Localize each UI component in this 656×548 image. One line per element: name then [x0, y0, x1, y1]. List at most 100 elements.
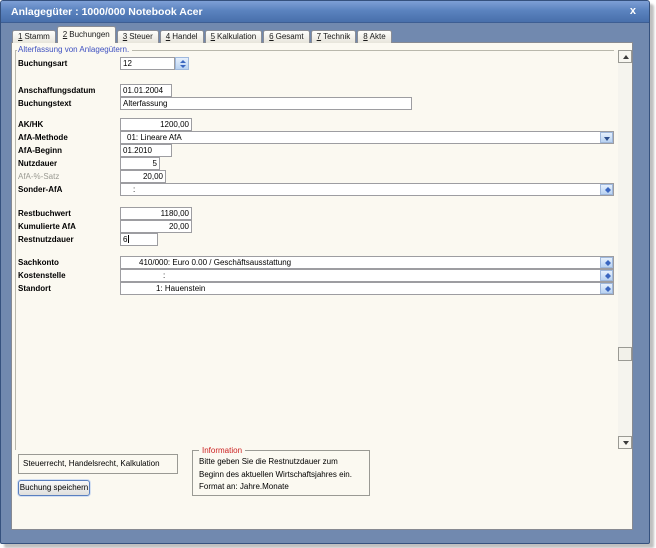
- tab-label: Stamm: [24, 32, 50, 41]
- summary-text-box: Steuerrecht, Handelsrecht, Kalkulation: [18, 454, 178, 474]
- spinner-icon[interactable]: [600, 184, 613, 195]
- information-line: Bitte geben Sie die Restnutzdauer zum: [199, 457, 338, 466]
- information-line: Format an: Jahre.Monate: [199, 482, 289, 491]
- tab-label: Kalkulation: [217, 32, 257, 41]
- afa-beginn-field[interactable]: 01.2010: [120, 144, 172, 157]
- tab-number: 7: [316, 32, 322, 41]
- tab-buchungen[interactable]: 2 Buchungen: [56, 26, 116, 43]
- tab-number: 3: [122, 32, 128, 41]
- form-panel: Alterfassung von Anlagegütern. Buchungsa…: [11, 42, 633, 530]
- save-booking-button[interactable]: Buchung speichern: [18, 480, 90, 496]
- field-label: Anschaffungsdatum: [18, 86, 96, 95]
- nutzdauer-field[interactable]: 5: [120, 157, 160, 170]
- dropdown-arrow-icon[interactable]: [600, 132, 613, 143]
- tab-label: Gesamt: [275, 32, 304, 41]
- tab-label: Akte: [369, 32, 386, 41]
- field-label: AfA-Methode: [18, 133, 68, 142]
- field-label: Kostenstelle: [18, 271, 66, 280]
- tab-gesamt[interactable]: 6 Gesamt: [263, 30, 310, 43]
- field-label: Nutzdauer: [18, 159, 58, 168]
- row-kostenstelle: Kostenstelle :: [18, 269, 614, 282]
- tab-number: 5: [210, 32, 216, 41]
- field-label: Kumulierte AfA: [18, 222, 76, 231]
- tab-label: Handel: [172, 32, 198, 41]
- scroll-down-icon[interactable]: [618, 436, 632, 449]
- information-groupbox: Information Bitte geben Sie die Restnutz…: [192, 446, 370, 496]
- field-label: AfA-Beginn: [18, 146, 62, 155]
- kostenstelle-combobox[interactable]: :: [120, 269, 614, 282]
- tab-label: Technik: [323, 32, 351, 41]
- information-line: Beginn des aktuellen Wirtschaftsjahres e…: [199, 469, 352, 479]
- row-afa-methode: AfA-Methode 01: Lineare AfA: [18, 131, 614, 144]
- tab-number: 8: [363, 32, 368, 41]
- row-restbuchwert: Restbuchwert 1180,00: [18, 207, 192, 220]
- row-restnutzdauer: Restnutzdauer 6: [18, 233, 158, 246]
- combo-value: 01: Lineare AfA: [127, 133, 182, 142]
- tab-akte[interactable]: 8 Akte: [357, 30, 392, 43]
- field-value: 6: [123, 235, 128, 244]
- window-title: Anlagegüter : 1000/000 Notebook Acer: [11, 6, 203, 18]
- afa-satz-field[interactable]: 20,00: [120, 170, 166, 183]
- sachkonto-combobox[interactable]: 410/000: Euro 0.00 / Geschäftsausstattun…: [120, 256, 614, 269]
- vertical-scrollbar[interactable]: [618, 50, 632, 449]
- row-akhk: AK/HK 1200,00: [18, 118, 192, 131]
- spinner-icon[interactable]: [600, 270, 613, 281]
- field-label: Restbuchwert: [18, 209, 71, 218]
- text-caret: [128, 235, 130, 243]
- title-bar: Anlagegüter : 1000/000 Notebook Acer x: [1, 1, 649, 23]
- scroll-up-icon[interactable]: [618, 50, 632, 63]
- tab-bar: 1 Stamm 2 Buchungen 3 Steuer 4 Handel 5 Kalku…: [12, 26, 393, 43]
- buchungstext-field[interactable]: Alterfassung: [120, 97, 412, 110]
- field-label: AfA-%-Satz: [18, 172, 60, 181]
- close-icon[interactable]: x: [630, 5, 636, 18]
- buchungsart-spinner-icon[interactable]: [175, 57, 189, 70]
- tab-steuer[interactable]: 3 Steuer: [116, 30, 159, 43]
- row-sonder-afa: Sonder-AfA :: [18, 183, 614, 196]
- row-standort: Standort 1: Hauenstein: [18, 282, 614, 295]
- combo-value: :: [163, 271, 166, 280]
- scrollbar-thumb[interactable]: [618, 347, 632, 361]
- row-buchungsart: Buchungsart 12: [18, 57, 189, 70]
- field-label: Buchungstext: [18, 99, 72, 108]
- combo-value: :: [133, 185, 136, 194]
- tab-label: Steuer: [129, 32, 153, 41]
- anschaffungsdatum-field[interactable]: 01.01.2004: [120, 84, 172, 97]
- row-afa-beginn: AfA-Beginn 01.2010: [18, 144, 172, 157]
- tab-technik[interactable]: 7 Technik: [310, 30, 357, 43]
- combo-value: 1: Hauenstein: [156, 284, 206, 293]
- tab-handel[interactable]: 4 Handel: [159, 30, 204, 43]
- app-window: Anlagegüter : 1000/000 Notebook Acer x 1…: [0, 0, 650, 544]
- section-title: Alterfassung von Anlagegütern.: [17, 45, 133, 54]
- standort-combobox[interactable]: 1: Hauenstein: [120, 282, 614, 295]
- field-label: Restnutzdauer: [18, 235, 74, 244]
- tab-number: 4: [165, 32, 171, 41]
- tab-number: 2: [62, 30, 68, 39]
- row-kumulierte-afa: Kumulierte AfA 20,00: [18, 220, 192, 233]
- tab-number: 6: [269, 32, 274, 41]
- row-buchungstext: Buchungstext Alterfassung: [18, 97, 412, 110]
- tab-stamm[interactable]: 1 Stamm: [12, 30, 56, 43]
- field-label: Buchungsart: [18, 59, 68, 68]
- tab-kalkulation[interactable]: 5 Kalkulation: [204, 30, 263, 43]
- field-label: Sachkonto: [18, 258, 59, 267]
- information-title: Information: [199, 446, 246, 455]
- field-label: AK/HK: [18, 120, 44, 129]
- row-anschaffungsdatum: Anschaffungsdatum 01.01.2004: [18, 84, 172, 97]
- spinner-icon[interactable]: [600, 283, 613, 294]
- row-nutzdauer: Nutzdauer 5: [18, 157, 160, 170]
- restbuchwert-field[interactable]: 1180,00: [120, 207, 192, 220]
- combo-value: 410/000: Euro 0.00 / Geschäftsausstattun…: [139, 258, 292, 267]
- sonder-afa-combobox[interactable]: :: [120, 183, 614, 196]
- buchungsart-field[interactable]: 12: [120, 57, 175, 70]
- spinner-icon[interactable]: [600, 257, 613, 268]
- field-label: Standort: [18, 284, 51, 293]
- row-afa-satz: AfA-%-Satz 20,00: [18, 170, 166, 183]
- row-sachkonto: Sachkonto 410/000: Euro 0.00 / Geschäfts…: [18, 256, 614, 269]
- restnutzdauer-field[interactable]: 6: [120, 233, 158, 246]
- tab-label: Buchungen: [69, 30, 110, 39]
- tab-number: 1: [18, 32, 23, 41]
- afa-methode-combobox[interactable]: 01: Lineare AfA: [120, 131, 614, 144]
- akhk-field[interactable]: 1200,00: [120, 118, 192, 131]
- field-label: Sonder-AfA: [18, 185, 63, 194]
- kumulierte-afa-field[interactable]: 20,00: [120, 220, 192, 233]
